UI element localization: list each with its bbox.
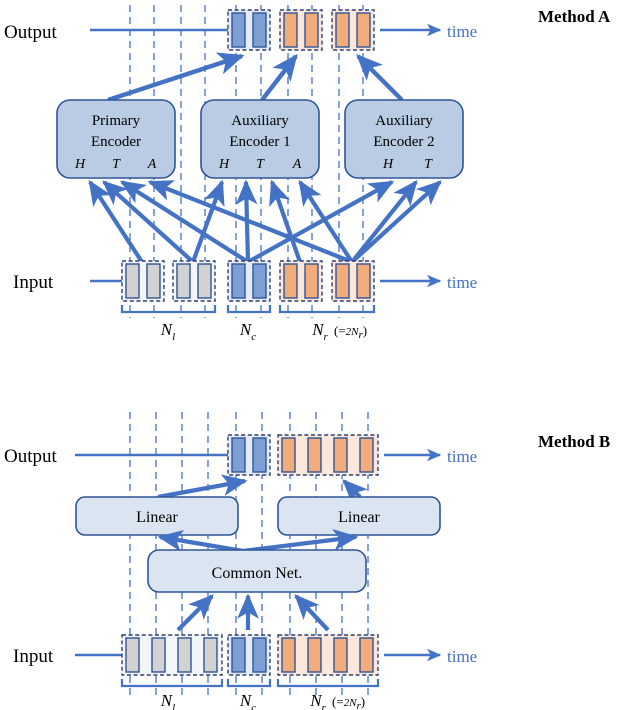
encoder-token-h: H: [382, 157, 394, 172]
encoder-token-a: A: [147, 157, 157, 172]
encoder-title-line2: Encoder 2: [373, 134, 434, 150]
svg-text:Nl: Nl: [160, 320, 175, 343]
output-group: [331, 9, 375, 51]
encoder-box-auxiliary-2[interactable]: Auxiliary Encoder 2 H T: [344, 99, 464, 179]
linear-box-left[interactable]: Linear: [75, 496, 239, 536]
encoder-title-line1: Primary: [92, 113, 141, 129]
encoder-title-line1: Auxiliary: [375, 113, 433, 129]
output-group: [279, 9, 323, 51]
bracket-note-close: ): [363, 323, 367, 338]
input-group: [172, 260, 216, 302]
bracket-note-open: (=: [332, 694, 344, 709]
input-group: [227, 260, 271, 302]
output-group: [227, 434, 271, 476]
panel-title-method-b: Method B: [538, 432, 610, 451]
output-row-label-a: Output: [4, 22, 58, 43]
brackets-a: [120, 305, 376, 314]
figure-canvas: Output time Primary Encoder H T A Auxili…: [0, 0, 632, 710]
bracket-sub-nc: c: [251, 702, 256, 710]
encoder-token-t: T: [256, 157, 265, 172]
input-group: [331, 260, 375, 302]
encoder-token-t: T: [112, 157, 121, 172]
input-group: [279, 260, 323, 302]
output-row-label-b: Output: [4, 446, 58, 467]
svg-text:(=2Nr): (=2Nr): [334, 323, 367, 341]
commonnet-to-linear-arrows-b: [157, 528, 359, 554]
linear-to-output-arrows-b: [157, 474, 368, 505]
output-time-label-b: time: [447, 447, 477, 466]
diagram-svg: Output time Primary Encoder H T A Auxili…: [4, 5, 611, 710]
output-groups-b: [227, 434, 379, 476]
encoder-to-output-arrows-a: [107, 52, 404, 103]
svg-text:Nc: Nc: [239, 320, 256, 343]
output-group: [227, 9, 271, 51]
input-time-label-a: time: [447, 273, 477, 292]
encoder-token-t: T: [424, 157, 433, 172]
output-groups-a: [227, 9, 375, 51]
input-to-encoder-arrows-a: [88, 179, 442, 264]
bracket-note-close: ): [361, 694, 365, 709]
svg-text:Nr: Nr: [311, 320, 328, 343]
input-group: [121, 634, 223, 676]
bracket-sub-nl: l: [172, 702, 175, 710]
common-net-label: Common Net.: [212, 565, 303, 582]
linear-box-label: Linear: [338, 509, 380, 526]
input-groups-b: [121, 634, 379, 676]
bracket-labels-a: Nl Nc Nr (=2Nr): [160, 320, 367, 343]
input-group: [227, 634, 271, 676]
input-group: [121, 260, 165, 302]
output-time-label-a: time: [447, 22, 477, 41]
bracket-sub-nl: l: [172, 331, 175, 343]
encoder-title-line2: Encoder: [91, 134, 141, 150]
linear-box-right[interactable]: Linear: [277, 496, 441, 536]
input-row-label-a: Input: [13, 272, 54, 293]
svg-text:Nr: Nr: [309, 691, 326, 710]
panel-title-method-a: Method A: [538, 7, 611, 26]
bracket-sub-nc: c: [251, 331, 256, 343]
panel-method-b: Output time Linear Linear Common Net. In…: [4, 412, 610, 710]
encoder-boxes-a: Primary Encoder H T A Auxiliary Encoder …: [56, 99, 464, 179]
panel-method-a: Output time Primary Encoder H T A Auxili…: [4, 5, 611, 343]
linear-box-label: Linear: [136, 509, 178, 526]
svg-text:Nl: Nl: [160, 691, 175, 710]
svg-text:Nc: Nc: [239, 691, 256, 710]
input-time-label-b: time: [447, 647, 477, 666]
common-net-box[interactable]: Common Net.: [147, 549, 367, 593]
output-group: [277, 434, 379, 476]
input-to-commonnet-arrows-b: [176, 593, 330, 632]
encoder-title-line2: Encoder 1: [229, 134, 290, 150]
encoder-token-h: H: [74, 157, 86, 172]
svg-text:(=2Nr): (=2Nr): [332, 694, 365, 710]
input-groups-a: [121, 260, 375, 302]
encoder-box-primary[interactable]: Primary Encoder H T A: [56, 99, 176, 179]
input-row-label-b: Input: [13, 646, 54, 667]
brackets-b: [120, 679, 380, 688]
encoder-title-line1: Auxiliary: [231, 113, 289, 129]
bracket-note-open: (=: [334, 323, 346, 338]
bracket-sub-nr: r: [324, 331, 329, 343]
encoder-token-a: A: [292, 157, 302, 172]
encoder-box-auxiliary-1[interactable]: Auxiliary Encoder 1 H T A: [200, 99, 320, 179]
bracket-sub-nr: r: [322, 702, 327, 710]
encoder-token-h: H: [218, 157, 230, 172]
linear-boxes-b: Linear Linear: [75, 496, 441, 536]
input-group: [277, 634, 379, 676]
